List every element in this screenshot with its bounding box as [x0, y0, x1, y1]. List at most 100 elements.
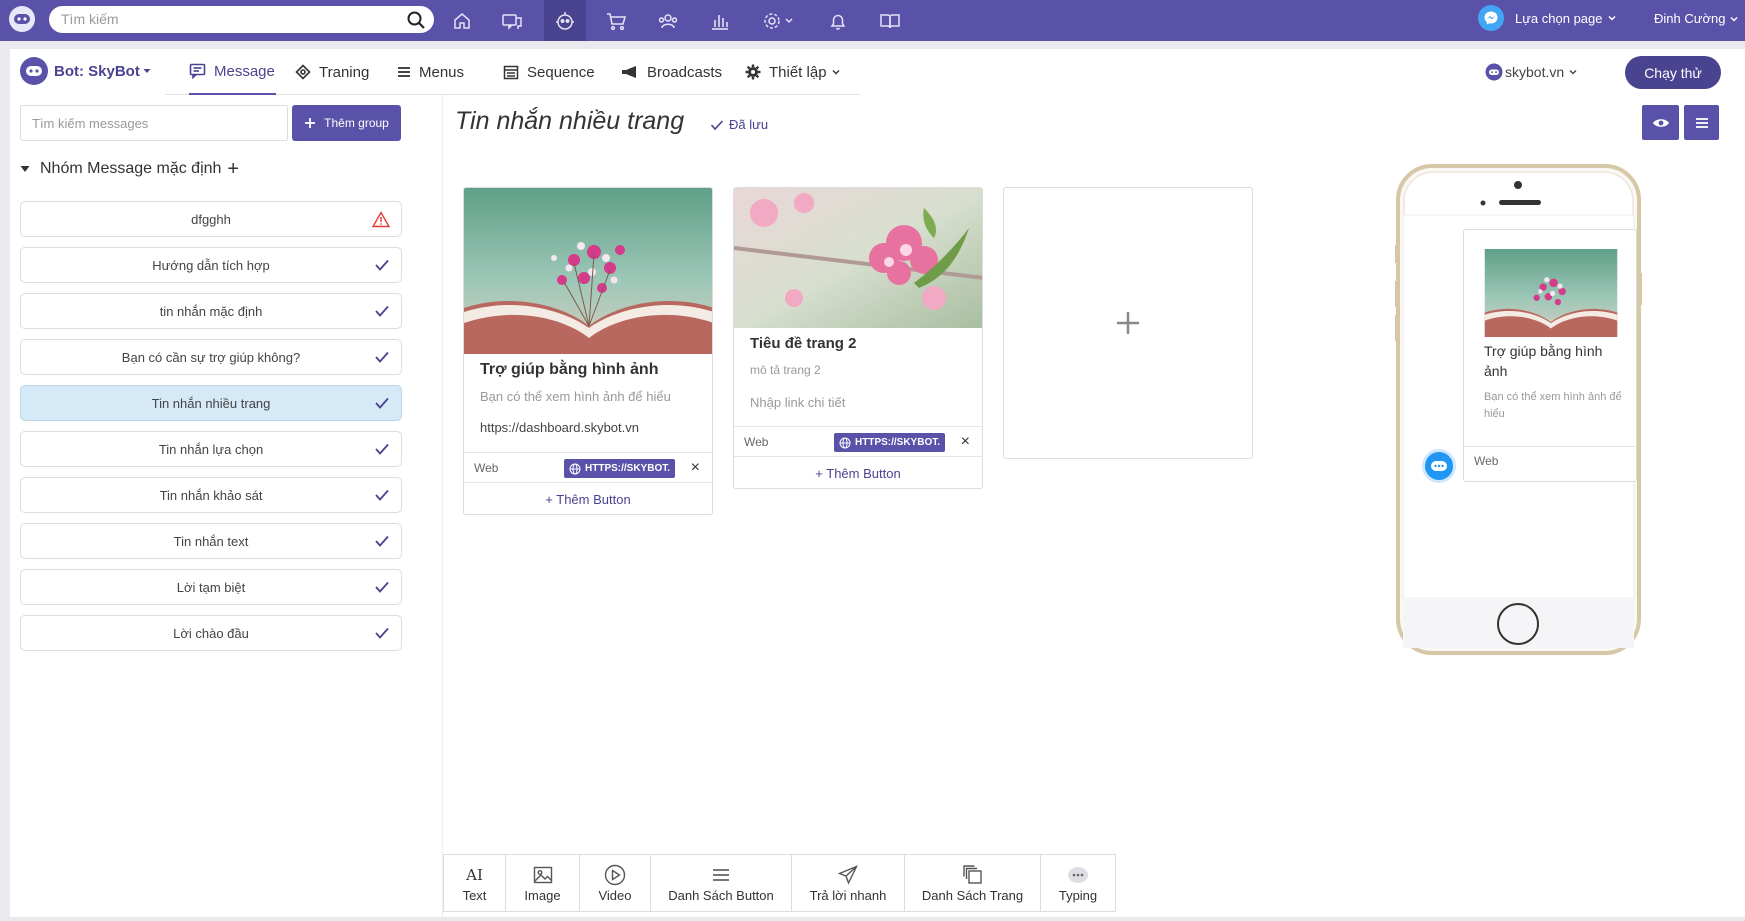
- card-image[interactable]: [464, 188, 712, 354]
- card-url[interactable]: https://dashboard.skybot.vn: [480, 420, 639, 435]
- add-video-button[interactable]: Video: [580, 855, 651, 911]
- card-button-row: Web HTTPS://SKYBOT. ×: [464, 452, 712, 483]
- globe-icon: [569, 463, 581, 475]
- button-url-badge[interactable]: HTTPS://SKYBOT.: [834, 433, 946, 452]
- list-item[interactable]: Lời tạm biệt: [20, 569, 402, 605]
- preview-bot-avatar-icon: [1422, 449, 1456, 483]
- preview-card: Trợ giúp bằng hình ảnh Bạn có thể xem hì…: [1463, 229, 1637, 482]
- button-url-badge[interactable]: HTTPS://SKYBOT.: [564, 459, 676, 478]
- message-search-input[interactable]: [20, 105, 288, 141]
- preview-eye-button[interactable]: [1642, 105, 1679, 140]
- tab-menus[interactable]: Menus: [397, 49, 464, 95]
- run-test-button[interactable]: Chạy thử: [1625, 56, 1721, 89]
- cart-icon[interactable]: [598, 0, 634, 41]
- tool-label: Trả lời nhanh: [809, 887, 887, 903]
- card-url-placeholder[interactable]: Nhập link chi tiết: [750, 395, 845, 410]
- home-icon[interactable]: [444, 0, 480, 41]
- list-item[interactable]: Bạn có cần sự trợ giúp không?: [20, 339, 402, 375]
- plus-icon: [305, 118, 316, 128]
- divider: [442, 95, 443, 917]
- add-quick-reply-button[interactable]: Trả lời nhanh: [792, 855, 905, 911]
- list-item[interactable]: Tin nhắn khảo sát: [20, 477, 402, 513]
- message-title[interactable]: Tin nhắn nhiều trang: [455, 107, 684, 136]
- add-text-button[interactable]: AI Text: [444, 855, 506, 911]
- app-logo-icon[interactable]: [9, 6, 35, 32]
- add-message-icon[interactable]: +: [227, 159, 239, 179]
- list-item[interactable]: dfgghh: [20, 201, 402, 237]
- tab-label: Traning: [319, 63, 370, 81]
- tool-label: Image: [524, 887, 561, 903]
- gallery-card: Tiêu đề trang 2 mô tả trang 2 Nhập link …: [733, 187, 983, 489]
- list-item[interactable]: Hướng dẫn tích hợp: [20, 247, 402, 283]
- remove-button-icon[interactable]: ×: [691, 459, 700, 477]
- tab-traning[interactable]: Traning: [295, 49, 369, 95]
- message-icon: [189, 63, 206, 79]
- button-type-label[interactable]: Web: [474, 461, 498, 475]
- typing-icon: [1067, 864, 1089, 886]
- tool-label: Danh Sách Trang: [921, 887, 1024, 903]
- list-item[interactable]: tin nhắn mặc định: [20, 293, 402, 329]
- add-group-button[interactable]: Thêm group: [292, 105, 401, 141]
- docs-icon[interactable]: [872, 0, 908, 41]
- tab-label: Menus: [419, 63, 465, 81]
- list-item-label: Tin nhắn khảo sát: [159, 487, 263, 503]
- list-item-label: Bạn có cần sự trợ giúp không?: [121, 349, 301, 365]
- menu-button[interactable]: [1684, 105, 1719, 140]
- preview-card-button[interactable]: Web: [1464, 446, 1636, 476]
- message-group-header[interactable]: Nhóm Message mặc định +: [20, 159, 239, 179]
- chart-icon[interactable]: [702, 0, 738, 41]
- check-icon: [374, 257, 390, 273]
- chat-icon[interactable]: [494, 0, 530, 41]
- bot-icon[interactable]: [544, 0, 586, 41]
- megaphone-icon: [621, 65, 639, 79]
- add-page-list-button[interactable]: Danh Sách Trang: [905, 855, 1041, 911]
- globe-icon: [839, 437, 851, 449]
- add-typing-button[interactable]: Typing: [1041, 855, 1115, 911]
- bot-selector[interactable]: Bot: SkyBot: [20, 57, 152, 85]
- workspace: Bot: SkyBot Message Traning Menus Sequen…: [10, 49, 1745, 917]
- caret-down-icon: [143, 69, 151, 73]
- global-search: [49, 6, 434, 33]
- add-card-button[interactable]: [1003, 187, 1253, 459]
- global-search-input[interactable]: [61, 11, 391, 27]
- settings-icon[interactable]: [756, 0, 802, 41]
- tab-broadcasts[interactable]: Broadcasts: [621, 49, 722, 95]
- list-item[interactable]: Tin nhắn lựa chọn: [20, 431, 402, 467]
- card-image[interactable]: [734, 188, 982, 328]
- send-icon: [838, 864, 858, 886]
- user-name: Đinh Cường: [1654, 11, 1726, 26]
- add-button-link[interactable]: + Thêm Button: [464, 492, 712, 507]
- tab-label: Sequence: [527, 63, 595, 81]
- card-title[interactable]: Trợ giúp bằng hình ảnh: [480, 361, 658, 379]
- text-ai-icon: AI: [466, 865, 483, 884]
- tab-sequence[interactable]: Sequence: [503, 49, 595, 95]
- top-navbar: Lựa chọn page Đinh Cường: [0, 0, 1745, 41]
- tool-label: Typing: [1058, 887, 1098, 903]
- remove-button-icon[interactable]: ×: [961, 433, 970, 451]
- site-selector[interactable]: skybot.vn: [1485, 63, 1578, 81]
- bot-name: Bot: SkyBot: [54, 62, 140, 80]
- page-selector[interactable]: Lựa chọn page: [1478, 5, 1617, 31]
- list-item-active[interactable]: Tin nhắn nhiều trang: [20, 385, 402, 421]
- add-image-button[interactable]: Image: [506, 855, 580, 911]
- audience-icon[interactable]: [650, 0, 686, 41]
- preview-card-image: [1484, 249, 1618, 337]
- tab-thiet-lap[interactable]: Thiết lập: [745, 49, 841, 95]
- card-description[interactable]: mô tả trang 2: [750, 363, 821, 377]
- chevron-down-icon: [832, 70, 840, 75]
- card-title[interactable]: Tiêu đề trang 2: [750, 335, 856, 352]
- site-avatar-icon: [1485, 63, 1503, 81]
- add-group-label: Thêm group: [324, 116, 389, 130]
- add-button-link[interactable]: + Thêm Button: [734, 466, 982, 481]
- pages-icon: [962, 864, 983, 886]
- list-item[interactable]: Lời chào đầu: [20, 615, 402, 651]
- card-description[interactable]: Bạn có thể xem hình ảnh để hiểu: [480, 389, 671, 404]
- list-item-label: Lời chào đầu: [173, 625, 249, 641]
- user-menu[interactable]: Đinh Cường: [1654, 11, 1739, 26]
- list-item[interactable]: Tin nhắn text: [20, 523, 402, 559]
- button-type-label[interactable]: Web: [744, 435, 768, 449]
- search-icon[interactable]: [406, 10, 426, 30]
- add-button-list-button[interactable]: Danh Sách Button: [651, 855, 792, 911]
- tab-message[interactable]: Message: [189, 49, 276, 95]
- bell-icon[interactable]: [820, 0, 856, 41]
